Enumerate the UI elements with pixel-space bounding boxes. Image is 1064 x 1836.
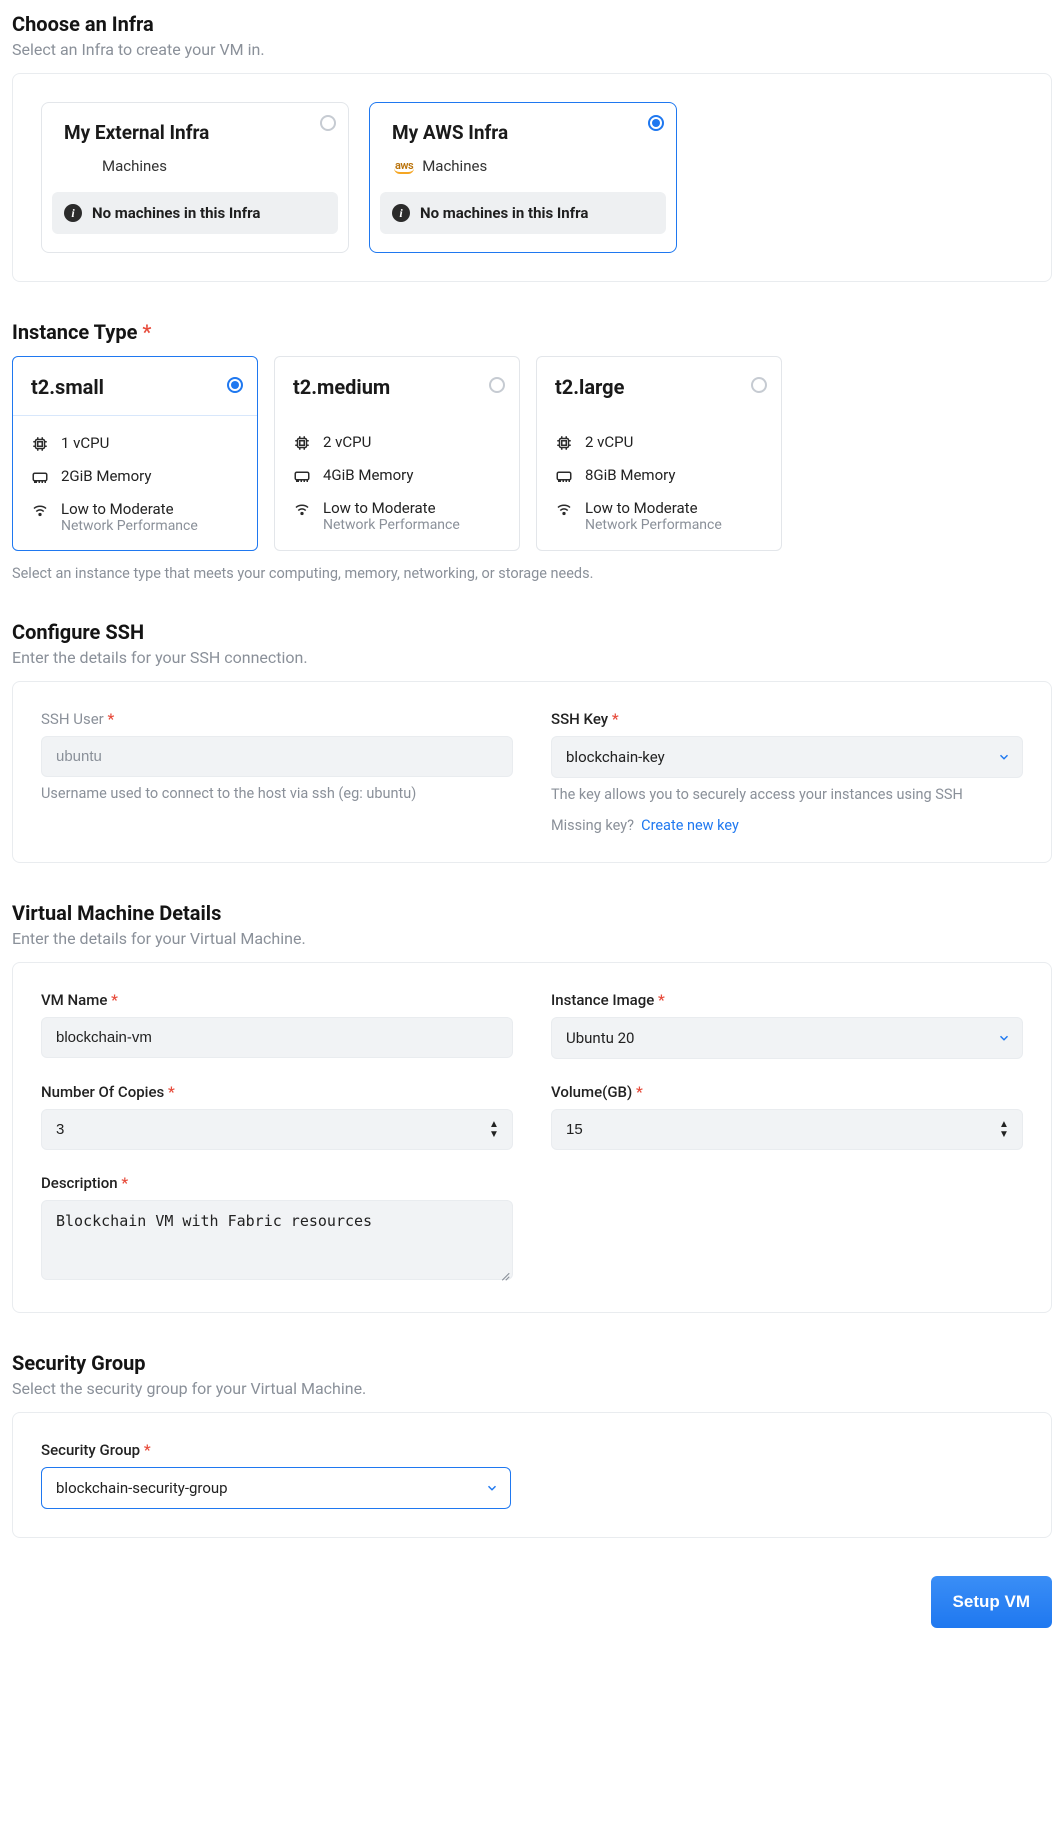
copies-field: Number Of Copies * ▲▼ bbox=[41, 1083, 513, 1150]
vm-panel: VM Name * Instance Image * Ubuntu 20 Num… bbox=[12, 962, 1052, 1313]
section-security-group: Security Group Select the security group… bbox=[12, 1351, 1052, 1538]
ssh-missing-key: Missing key? Create new key bbox=[551, 817, 1023, 834]
radio-icon[interactable] bbox=[227, 377, 243, 393]
ssh-user-help: Username used to connect to the host via… bbox=[41, 785, 513, 802]
infra-card-message: i No machines in this Infra bbox=[52, 192, 338, 234]
info-icon: i bbox=[392, 204, 410, 222]
description-label: Description * bbox=[41, 1174, 513, 1192]
infra-card-aws[interactable]: My AWS Infra aws Machines i No machines … bbox=[369, 102, 677, 253]
radio-icon[interactable] bbox=[648, 115, 664, 131]
volume-label: Volume(GB) * bbox=[551, 1083, 1023, 1101]
description-field: Description * bbox=[41, 1174, 513, 1284]
section-subtitle-sg: Select the security group for your Virtu… bbox=[12, 1379, 1052, 1398]
radio-icon[interactable] bbox=[320, 115, 336, 131]
section-title-infra: Choose an Infra bbox=[12, 12, 1052, 36]
aws-icon: aws bbox=[394, 159, 414, 174]
cpu-icon bbox=[31, 435, 49, 453]
wifi-icon bbox=[555, 500, 573, 518]
sg-label: Security Group * bbox=[41, 1441, 1023, 1459]
vm-name-input[interactable] bbox=[41, 1017, 513, 1058]
section-title-vm: Virtual Machine Details bbox=[12, 901, 1052, 925]
instance-image-label: Instance Image * bbox=[551, 991, 1023, 1009]
spec-cpu: 1 vCPU bbox=[31, 434, 239, 453]
security-group-select[interactable]: blockchain-security-group bbox=[41, 1467, 511, 1509]
section-title-instance-type: Instance Type * bbox=[12, 320, 1052, 344]
memory-icon bbox=[293, 467, 311, 485]
spec-network: Low to Moderate Network Performance bbox=[293, 499, 501, 533]
instance-type-card-t2-medium[interactable]: t2.medium 2 vCPU 4GiB Memory Low to Mode… bbox=[274, 356, 520, 551]
section-title-ssh: Configure SSH bbox=[12, 620, 1052, 644]
ssh-key-field: SSH Key * blockchain-key The key allows … bbox=[551, 710, 1023, 834]
volume-field: Volume(GB) * ▲▼ bbox=[551, 1083, 1023, 1150]
step-up-icon[interactable]: ▲ bbox=[489, 1120, 509, 1130]
ssh-user-input[interactable] bbox=[41, 736, 513, 777]
spec-network: Low to Moderate Network Performance bbox=[555, 499, 763, 533]
section-ssh: Configure SSH Enter the details for your… bbox=[12, 620, 1052, 863]
sg-panel: Security Group * blockchain-security-gro… bbox=[12, 1412, 1052, 1538]
section-vm-details: Virtual Machine Details Enter the detail… bbox=[12, 901, 1052, 1313]
section-subtitle-ssh: Enter the details for your SSH connectio… bbox=[12, 648, 1052, 667]
copies-input[interactable] bbox=[41, 1109, 513, 1150]
spec-memory: 2GiB Memory bbox=[31, 467, 239, 486]
radio-icon[interactable] bbox=[751, 377, 767, 393]
infra-card-title: My External Infra bbox=[52, 121, 338, 144]
step-down-icon[interactable]: ▼ bbox=[489, 1130, 509, 1140]
step-down-icon[interactable]: ▼ bbox=[999, 1130, 1019, 1140]
ssh-key-select[interactable]: blockchain-key bbox=[551, 736, 1023, 778]
instance-type-card-t2-small[interactable]: t2.small 1 vCPU 2GiB Memory Low to Moder… bbox=[12, 356, 258, 551]
instance-type-card-t2-large[interactable]: t2.large 2 vCPU 8GiB Memory Low to Moder… bbox=[536, 356, 782, 551]
instance-type-name: t2.small bbox=[13, 357, 257, 416]
copies-label: Number Of Copies * bbox=[41, 1083, 513, 1101]
infra-card-message: i No machines in this Infra bbox=[380, 192, 666, 234]
memory-icon bbox=[31, 468, 49, 486]
infra-card-machines: aws Machines bbox=[380, 156, 666, 176]
section-subtitle-infra: Select an Infra to create your VM in. bbox=[12, 40, 1052, 59]
section-title-sg: Security Group bbox=[12, 1351, 1052, 1375]
ssh-user-field: SSH User * Username used to connect to t… bbox=[41, 710, 513, 834]
instance-type-helper: Select an instance type that meets your … bbox=[12, 565, 1052, 582]
wifi-icon bbox=[31, 501, 49, 519]
radio-icon[interactable] bbox=[489, 377, 505, 393]
instance-type-name: t2.large bbox=[537, 357, 781, 415]
create-key-link[interactable]: Create new key bbox=[641, 817, 739, 834]
description-input[interactable] bbox=[41, 1200, 513, 1280]
step-up-icon[interactable]: ▲ bbox=[999, 1120, 1019, 1130]
setup-vm-button[interactable]: Setup VM bbox=[931, 1576, 1052, 1628]
spec-memory: 8GiB Memory bbox=[555, 466, 763, 485]
infra-panel: My External Infra Machines i No machines… bbox=[12, 73, 1052, 282]
spec-network: Low to Moderate Network Performance bbox=[31, 500, 239, 534]
memory-icon bbox=[555, 467, 573, 485]
volume-stepper[interactable]: ▲▼ bbox=[551, 1109, 1023, 1150]
section-infra: Choose an Infra Select an Infra to creat… bbox=[12, 12, 1052, 282]
cpu-icon bbox=[293, 434, 311, 452]
infra-card-external[interactable]: My External Infra Machines i No machines… bbox=[41, 102, 349, 253]
spec-cpu: 2 vCPU bbox=[293, 433, 501, 452]
section-instance-type: Instance Type * t2.small 1 vCPU 2GiB Mem… bbox=[12, 320, 1052, 582]
volume-input[interactable] bbox=[551, 1109, 1023, 1150]
infra-card-machines: Machines bbox=[52, 156, 338, 176]
ssh-key-help: The key allows you to securely access yo… bbox=[551, 786, 1023, 803]
ssh-key-label: SSH Key * bbox=[551, 710, 1023, 728]
ssh-panel: SSH User * Username used to connect to t… bbox=[12, 681, 1052, 863]
vm-name-label: VM Name * bbox=[41, 991, 513, 1009]
stepper-controls[interactable]: ▲▼ bbox=[489, 1109, 509, 1150]
wifi-icon bbox=[293, 500, 311, 518]
instance-type-name: t2.medium bbox=[275, 357, 519, 415]
infra-card-title: My AWS Infra bbox=[380, 121, 666, 144]
copies-stepper[interactable]: ▲▼ bbox=[41, 1109, 513, 1150]
vm-name-field: VM Name * bbox=[41, 991, 513, 1059]
spec-memory: 4GiB Memory bbox=[293, 466, 501, 485]
spec-cpu: 2 vCPU bbox=[555, 433, 763, 452]
instance-image-field: Instance Image * Ubuntu 20 bbox=[551, 991, 1023, 1059]
section-subtitle-vm: Enter the details for your Virtual Machi… bbox=[12, 929, 1052, 948]
cpu-icon bbox=[555, 434, 573, 452]
stepper-controls[interactable]: ▲▼ bbox=[999, 1109, 1019, 1150]
instance-image-select[interactable]: Ubuntu 20 bbox=[551, 1017, 1023, 1059]
info-icon: i bbox=[64, 204, 82, 222]
ssh-user-label: SSH User * bbox=[41, 710, 513, 728]
